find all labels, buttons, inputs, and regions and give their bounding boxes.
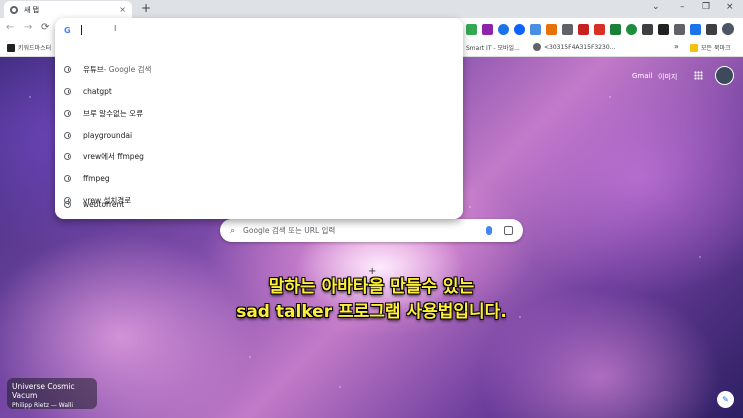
- bookmark-label: 모든 북마크: [701, 45, 731, 52]
- extension-icon[interactable]: [514, 23, 525, 35]
- suggestion-text: 유튜브: [83, 65, 104, 74]
- extension-icon[interactable]: [642, 23, 653, 35]
- search-icon: ⌕: [230, 225, 236, 236]
- extensions-row: [466, 23, 734, 35]
- text-cursor-icon: I: [114, 24, 117, 33]
- subtitle-line-1: 말하는 아바타을 만들수 있는: [268, 277, 475, 297]
- forward-button[interactable]: →: [24, 22, 32, 33]
- wallpaper-title: Universe Cosmic Vacum: [12, 382, 75, 400]
- tab-title: 새 탭: [24, 5, 40, 14]
- google-lens-icon[interactable]: [504, 226, 513, 235]
- chrome-favicon-icon: [10, 5, 18, 14]
- back-button[interactable]: ←: [6, 22, 14, 33]
- bookmark-label: <30315F4A315F3230...: [544, 43, 616, 51]
- gmail-link[interactable]: Gmail: [632, 72, 652, 80]
- google-apps-icon[interactable]: [694, 71, 703, 80]
- menu-kebab-icon[interactable]: ⋮: [725, 22, 735, 33]
- extension-icon[interactable]: [658, 23, 669, 35]
- suggestion-suffix: - Google 검색: [103, 65, 152, 74]
- extension-icon[interactable]: [466, 23, 477, 35]
- bookmarks-overflow-icon[interactable]: »: [674, 42, 679, 51]
- suggestion-item[interactable]: 브루 알수없는 오류: [55, 103, 463, 124]
- reload-button[interactable]: ⟳: [41, 22, 49, 33]
- puzzle-extensions-icon[interactable]: [674, 23, 685, 35]
- suggestion-text: vrew에서 ffmpeg: [83, 152, 144, 161]
- wallpaper-author: Philipp Rietz — Walli: [12, 402, 74, 409]
- side-panel-icon[interactable]: [706, 23, 717, 35]
- new-tab-button[interactable]: +: [141, 2, 151, 15]
- suggestion-text: ffmpeg: [83, 174, 110, 183]
- extension-icon[interactable]: [546, 23, 557, 35]
- extension-icon[interactable]: [578, 23, 589, 35]
- google-g-icon: G: [64, 25, 71, 35]
- customize-pencil-icon[interactable]: ✎: [717, 391, 734, 408]
- images-link[interactable]: 이미지: [658, 72, 677, 82]
- suggestion-item[interactable]: webtorrent: [55, 194, 463, 214]
- suggestion-item[interactable]: chatgpt: [55, 81, 463, 102]
- extension-icon[interactable]: [498, 23, 509, 35]
- extension-icon[interactable]: [626, 23, 637, 35]
- text-caret: [80, 25, 82, 35]
- microphone-icon[interactable]: [486, 226, 492, 235]
- wallpaper-credit[interactable]: Universe Cosmic Vacum Philipp Rietz — Wa…: [7, 378, 97, 409]
- history-clock-icon: [64, 175, 71, 182]
- suggestion-item[interactable]: ffmpeg: [55, 168, 463, 189]
- suggestion-text: playgroundai: [83, 131, 133, 140]
- bookmark-item[interactable]: 키워드마스터: [7, 43, 51, 52]
- extension-icon[interactable]: [530, 23, 541, 35]
- history-clock-icon: [64, 200, 71, 208]
- subtitle-line-2: sad talker 프로그램 사용법입니다.: [236, 302, 507, 322]
- extension-icon[interactable]: [610, 23, 621, 35]
- minimize-button[interactable]: –: [680, 2, 685, 12]
- bookmark-favicon-icon: [7, 43, 15, 52]
- extension-icon[interactable]: [562, 23, 573, 35]
- extension-icon[interactable]: [482, 23, 493, 35]
- tab-close-icon[interactable]: ×: [119, 5, 126, 14]
- tab-strip: 새 탭 × + ⌄ – ❐ ×: [0, 0, 743, 18]
- restore-button[interactable]: ❐: [702, 2, 710, 12]
- extension-icon[interactable]: [594, 23, 605, 35]
- all-bookmarks-folder[interactable]: 모든 북마크: [690, 43, 731, 52]
- search-placeholder: Google 검색 또는 URL 입력: [243, 226, 336, 235]
- bookmark-item[interactable]: Smart IT - 모바일...: [466, 43, 520, 52]
- tab-search-chevron-icon[interactable]: ⌄: [652, 2, 660, 12]
- suggestion-item[interactable]: vrew에서 ffmpeg: [55, 146, 463, 167]
- history-clock-icon: [64, 132, 71, 139]
- download-icon[interactable]: [690, 23, 701, 35]
- ntp-search-box[interactable]: ⌕ Google 검색 또는 URL 입력: [220, 219, 523, 242]
- suggestion-item[interactable]: playgroundai: [55, 125, 463, 146]
- suggestion-text: chatgpt: [83, 87, 112, 96]
- suggestion-text: 브루 알수없는 오류: [83, 109, 143, 118]
- bookmark-item[interactable]: <30315F4A315F3230...: [533, 43, 615, 51]
- bookmark-label: Smart IT - 모바일...: [466, 45, 520, 52]
- close-window-button[interactable]: ×: [726, 2, 734, 12]
- history-clock-icon: [64, 88, 71, 95]
- folder-icon: [690, 43, 698, 52]
- history-clock-icon: [64, 153, 71, 160]
- suggestion-text: webtorrent: [83, 199, 125, 209]
- history-clock-icon: [64, 66, 71, 73]
- omnibox-dropdown: G I 유튜브 - Google 검색 chatgpt 브루 알수없는 오류 p…: [55, 18, 463, 219]
- suggestion-item[interactable]: 유튜브 - Google 검색: [55, 59, 463, 80]
- bookmark-label: 키워드마스터: [18, 45, 52, 52]
- account-avatar[interactable]: [715, 66, 734, 85]
- globe-icon: [533, 43, 541, 51]
- history-clock-icon: [64, 110, 71, 117]
- tab-new-tab[interactable]: 새 탭 ×: [4, 1, 132, 18]
